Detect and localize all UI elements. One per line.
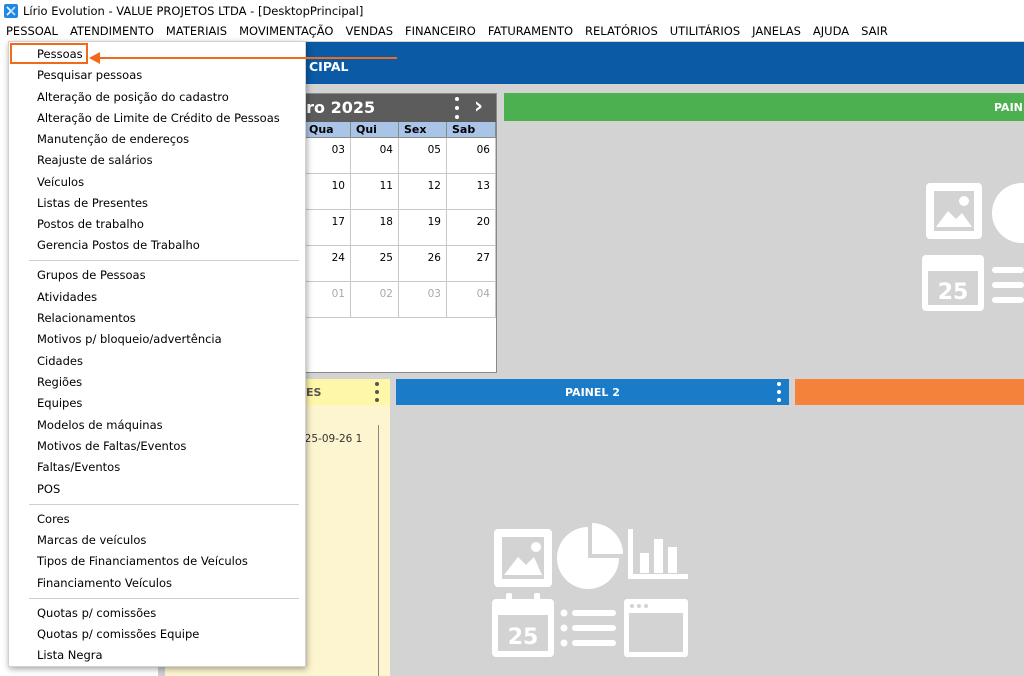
calendar-day[interactable]: 12	[399, 174, 447, 210]
calendar-day-next-month[interactable]: 01	[304, 282, 351, 318]
menu-item-quotas-comissoes-equipe[interactable]: Quotas p/ comissões Equipe	[37, 627, 199, 641]
menu-item-faltas-eventos[interactable]: Faltas/Eventos	[37, 460, 120, 474]
menu-item-reajuste-salarios[interactable]: Reajuste de salários	[37, 153, 153, 167]
panel-yellow-title: ES	[306, 386, 322, 399]
menu-separator	[29, 598, 299, 599]
title-bar: Lírio Evolution - VALUE PROJETOS LTDA - …	[0, 0, 1024, 21]
menu-item-cores[interactable]: Cores	[37, 512, 70, 526]
menu-item-listas-presentes[interactable]: Listas de Presentes	[37, 196, 148, 210]
dashboard-placeholder-icon: 25	[492, 523, 688, 657]
calendar-day[interactable]: 18	[351, 210, 399, 246]
calendar-day[interactable]: 10	[304, 174, 351, 210]
menu-item-motivos-faltas[interactable]: Motivos de Faltas/Eventos	[37, 439, 186, 453]
annotation-arrow-head-icon	[89, 52, 100, 64]
calendar-day[interactable]: 03	[304, 138, 351, 174]
weekday-header: Qui	[351, 122, 399, 138]
menu-atendimento[interactable]: ATENDIMENTO	[64, 24, 160, 38]
menu-janelas[interactable]: JANELAS	[746, 24, 807, 38]
menu-item-regioes[interactable]: Regiões	[37, 375, 82, 389]
lirio-app-icon	[4, 3, 18, 18]
panel-yellow-divider	[378, 425, 379, 676]
weekday-header: Sab	[447, 122, 496, 138]
calendar-day[interactable]: 05	[399, 138, 447, 174]
menu-pessoal[interactable]: PESSOAL	[0, 24, 64, 38]
menu-item-atividades[interactable]: Atividades	[37, 290, 97, 304]
annotation-highlight-box	[10, 43, 88, 64]
menu-materiais[interactable]: MATERIAIS	[160, 24, 233, 38]
menu-item-manutencao-enderecos[interactable]: Manutenção de endereços	[37, 132, 189, 146]
weekday-header: Sex	[399, 122, 447, 138]
annotation-arrow-line	[96, 57, 397, 59]
window-title: Lírio Evolution - VALUE PROJETOS LTDA - …	[23, 3, 364, 18]
panel-green-body: 25	[504, 121, 1024, 373]
vertical-dots-icon[interactable]	[455, 97, 461, 119]
chevron-right-icon[interactable]: ›	[474, 95, 483, 119]
weekday-header: Qua	[304, 122, 351, 138]
panel-orange-header	[795, 379, 1024, 405]
panel-green-title: PAIN	[994, 101, 1023, 114]
calendar-day[interactable]: 25	[351, 246, 399, 282]
calendar-day[interactable]: 27	[447, 246, 496, 282]
menu-item-relacionamentos[interactable]: Relacionamentos	[37, 311, 136, 325]
menu-item-veiculos[interactable]: Veículos	[37, 175, 84, 189]
menu-item-postos-trabalho[interactable]: Postos de trabalho	[37, 217, 144, 231]
menu-item-tipos-financiamentos[interactable]: Tipos de Financiamentos de Veículos	[37, 554, 248, 568]
calendar-day[interactable]: 19	[399, 210, 447, 246]
panel-2-body: 25	[396, 405, 789, 676]
calendar-day[interactable]: 17	[304, 210, 351, 246]
menu-movimentacao[interactable]: MOVIMENTAÇÃO	[233, 24, 339, 38]
menu-separator	[29, 260, 299, 261]
calendar-day-next-month[interactable]: 04	[447, 282, 496, 318]
dashboard-placeholder-icon: 25	[922, 183, 1024, 311]
menu-item-lista-negra[interactable]: Lista Negra	[37, 648, 103, 662]
calendar-day[interactable]: 13	[447, 174, 496, 210]
menu-item-pesquisar-pessoas[interactable]: Pesquisar pessoas	[37, 68, 142, 82]
menu-item-alteracao-posicao-cadastro[interactable]: Alteração de posição do cadastro	[37, 90, 229, 104]
panel-orange-body	[795, 405, 1024, 676]
menu-ajuda[interactable]: AJUDA	[807, 24, 855, 38]
svg-text:25: 25	[938, 280, 969, 305]
calendar-day[interactable]: 04	[351, 138, 399, 174]
calendar-day-next-month[interactable]: 03	[399, 282, 447, 318]
menu-financeiro[interactable]: FINANCEIRO	[399, 24, 482, 38]
desktop-header-title: CIPAL	[309, 59, 349, 74]
panel-2-header: PAINEL 2	[396, 379, 789, 405]
menu-faturamento[interactable]: FATURAMENTO	[482, 24, 579, 38]
pessoal-dropdown-menu: Pessoas Pesquisar pessoas Alteração de p…	[8, 41, 306, 667]
menu-relatorios[interactable]: RELATÓRIOS	[579, 24, 664, 38]
menu-item-quotas-comissoes[interactable]: Quotas p/ comissões	[37, 606, 156, 620]
calendar-day[interactable]: 24	[304, 246, 351, 282]
calendar-day[interactable]: 06	[447, 138, 496, 174]
menu-separator	[29, 504, 299, 505]
panel-2-title: PAINEL 2	[565, 386, 620, 399]
menu-sair[interactable]: SAIR	[855, 24, 894, 38]
panel-yellow-date: 025-09-26 1	[298, 433, 363, 445]
menu-item-grupos-pessoas[interactable]: Grupos de Pessoas	[37, 268, 146, 282]
menu-item-motivos-bloqueio[interactable]: Motivos p/ bloqueio/advertência	[37, 332, 222, 346]
panel-2-menu-icon[interactable]	[777, 382, 782, 402]
menu-item-alteracao-limite-credito[interactable]: Alteração de Limite de Crédito de Pessoa…	[37, 111, 280, 125]
menu-item-pos[interactable]: POS	[37, 482, 60, 496]
menu-vendas[interactable]: VENDAS	[339, 24, 399, 38]
calendar-day[interactable]: 11	[351, 174, 399, 210]
menu-item-equipes[interactable]: Equipes	[37, 396, 82, 410]
panel-green-header: PAIN	[504, 93, 1024, 121]
calendar-day[interactable]: 26	[399, 246, 447, 282]
calendar-day-next-month[interactable]: 02	[351, 282, 399, 318]
menu-utilitarios[interactable]: UTILITÁRIOS	[664, 24, 746, 38]
svg-text:25: 25	[508, 625, 539, 650]
menu-item-modelos-maquinas[interactable]: Modelos de máquinas	[37, 418, 163, 432]
menu-item-cidades[interactable]: Cidades	[37, 354, 83, 368]
panel-yellow-menu-icon[interactable]	[375, 382, 380, 402]
menu-item-gerencia-postos-trabalho[interactable]: Gerencia Postos de Trabalho	[37, 238, 200, 252]
calendar-day[interactable]: 20	[447, 210, 496, 246]
menu-item-financiamento-veiculos[interactable]: Financiamento Veículos	[37, 576, 172, 590]
menu-bar: PESSOAL ATENDIMENTO MATERIAIS MOVIMENTAÇ…	[0, 21, 1024, 41]
menu-item-marcas-veiculos[interactable]: Marcas de veículos	[37, 533, 146, 547]
